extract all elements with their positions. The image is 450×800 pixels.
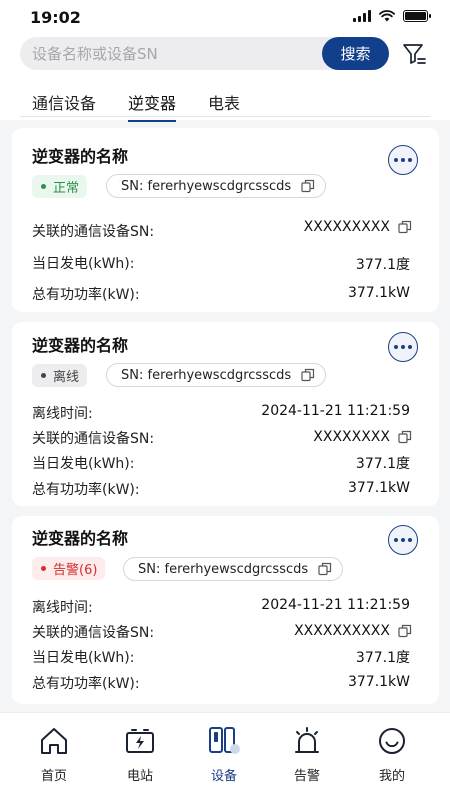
- tab-communication-device[interactable]: 通信设备: [32, 90, 96, 114]
- copy-icon[interactable]: [301, 179, 315, 193]
- copy-icon[interactable]: [398, 220, 412, 234]
- more-options-button[interactable]: [388, 332, 418, 362]
- row-label: 关联的通信设备SN:: [32, 224, 155, 240]
- inverter-name: 逆变器的名称: [32, 529, 129, 548]
- device-icon: [209, 727, 240, 754]
- status-badge: 离线: [32, 364, 88, 387]
- inverter-card[interactable]: 逆变器的名称 正常 SN: fererhyewscdgrcsscds 关联的通信…: [12, 128, 439, 312]
- row-value: XXXXXXXX: [313, 429, 412, 445]
- status-label: 正常: [53, 181, 80, 196]
- nav-item-station[interactable]: 电站: [105, 725, 175, 784]
- sn-text: SN: fererhyewscdgrcsscds: [138, 561, 309, 577]
- device-tabs: 通信设备 逆变器 电表: [0, 86, 450, 122]
- row-label: 关联的通信设备SN:: [32, 431, 155, 447]
- nav-label: 告警: [293, 769, 320, 784]
- search-button[interactable]: 搜索: [322, 37, 389, 70]
- row-label: 关联的通信设备SN:: [32, 625, 155, 641]
- search-input[interactable]: [20, 37, 320, 70]
- nav-item-home[interactable]: 首页: [19, 725, 89, 784]
- row-label: 离线时间:: [32, 600, 93, 616]
- linked-comm-sn: XXXXXXXX: [313, 429, 390, 445]
- battery-icon: [403, 10, 431, 22]
- filter-icon[interactable]: [401, 41, 427, 67]
- row-label: 总有功功率(kW):: [32, 287, 140, 303]
- sn-pill: SN: fererhyewscdgrcsscds: [123, 557, 344, 581]
- bottom-nav: 首页 电站 设备 告警 我的: [0, 712, 450, 800]
- profile-icon: [379, 728, 405, 754]
- alarm-icon: [295, 727, 319, 753]
- row-label: 总有功功率(kW):: [32, 676, 140, 692]
- sn-pill: SN: fererhyewscdgrcsscds: [106, 363, 327, 387]
- copy-icon[interactable]: [318, 562, 332, 576]
- wifi-icon: [379, 10, 395, 22]
- more-options-button[interactable]: [388, 145, 418, 175]
- search-bar: 搜索: [20, 37, 389, 70]
- inverter-name: 逆变器的名称: [32, 147, 129, 166]
- row-label: 当日发电(kWh):: [32, 456, 135, 472]
- daily-generation: 377.1度: [355, 456, 410, 472]
- status-time: 19:02: [30, 8, 81, 27]
- inverter-card[interactable]: 逆变器的名称 离线 SN: fererhyewscdgrcsscds 离线时间:…: [12, 322, 439, 506]
- sn-text: SN: fererhyewscdgrcsscds: [121, 178, 292, 194]
- copy-icon[interactable]: [398, 430, 412, 444]
- inverter-card[interactable]: 逆变器的名称 告警(6) SN: fererhyewscdgrcsscds 离线…: [12, 516, 439, 704]
- row-label: 总有功功率(kW):: [32, 482, 140, 498]
- nav-label: 首页: [40, 769, 67, 784]
- nav-item-profile[interactable]: 我的: [357, 725, 427, 784]
- station-icon: [126, 729, 154, 753]
- daily-generation: 377.1度: [355, 257, 410, 273]
- status-label: 离线: [53, 370, 80, 385]
- tab-meter[interactable]: 电表: [208, 90, 240, 114]
- sn-text: SN: fererhyewscdgrcsscds: [121, 367, 292, 383]
- nav-item-device[interactable]: 设备: [189, 725, 259, 784]
- status-dot: [41, 566, 46, 571]
- total-active-power: 377.1kW: [347, 285, 410, 301]
- linked-comm-sn: XXXXXXXXXX: [294, 623, 390, 639]
- tab-inverter[interactable]: 逆变器: [128, 90, 177, 122]
- total-active-power: 377.1kW: [347, 674, 410, 690]
- offline-time: 2024-11-21 11:21:59: [261, 403, 410, 419]
- row-label: 当日发电(kWh):: [32, 256, 135, 272]
- daily-generation: 377.1度: [355, 650, 410, 666]
- inverter-name: 逆变器的名称: [32, 336, 129, 355]
- sn-pill: SN: fererhyewscdgrcsscds: [106, 174, 327, 198]
- total-active-power: 377.1kW: [347, 480, 410, 496]
- nav-label: 我的: [378, 769, 405, 784]
- tabs-divider: [20, 116, 430, 117]
- row-value: XXXXXXXXX: [303, 219, 412, 235]
- nav-label: 电站: [126, 769, 153, 784]
- status-icons: [353, 10, 431, 22]
- row-value: XXXXXXXXXX: [294, 623, 412, 639]
- row-label: 当日发电(kWh):: [32, 650, 135, 666]
- copy-icon[interactable]: [398, 624, 412, 638]
- more-options-button[interactable]: [388, 525, 418, 555]
- nav-label: 设备: [210, 769, 237, 784]
- offline-time: 2024-11-21 11:21:59: [261, 597, 410, 613]
- copy-icon[interactable]: [301, 368, 315, 382]
- cellular-signal-icon: [353, 10, 371, 22]
- status-badge: 告警(6): [32, 557, 106, 580]
- nav-item-alarm[interactable]: 告警: [272, 725, 342, 784]
- status-dot: [41, 373, 46, 378]
- status-bar: 19:02: [0, 0, 450, 36]
- linked-comm-sn: XXXXXXXXX: [303, 219, 390, 235]
- home-icon: [41, 728, 67, 754]
- row-label: 离线时间:: [32, 406, 93, 422]
- status-dot: [41, 184, 46, 189]
- status-badge: 正常: [32, 175, 88, 198]
- status-label: 告警(6): [53, 563, 98, 578]
